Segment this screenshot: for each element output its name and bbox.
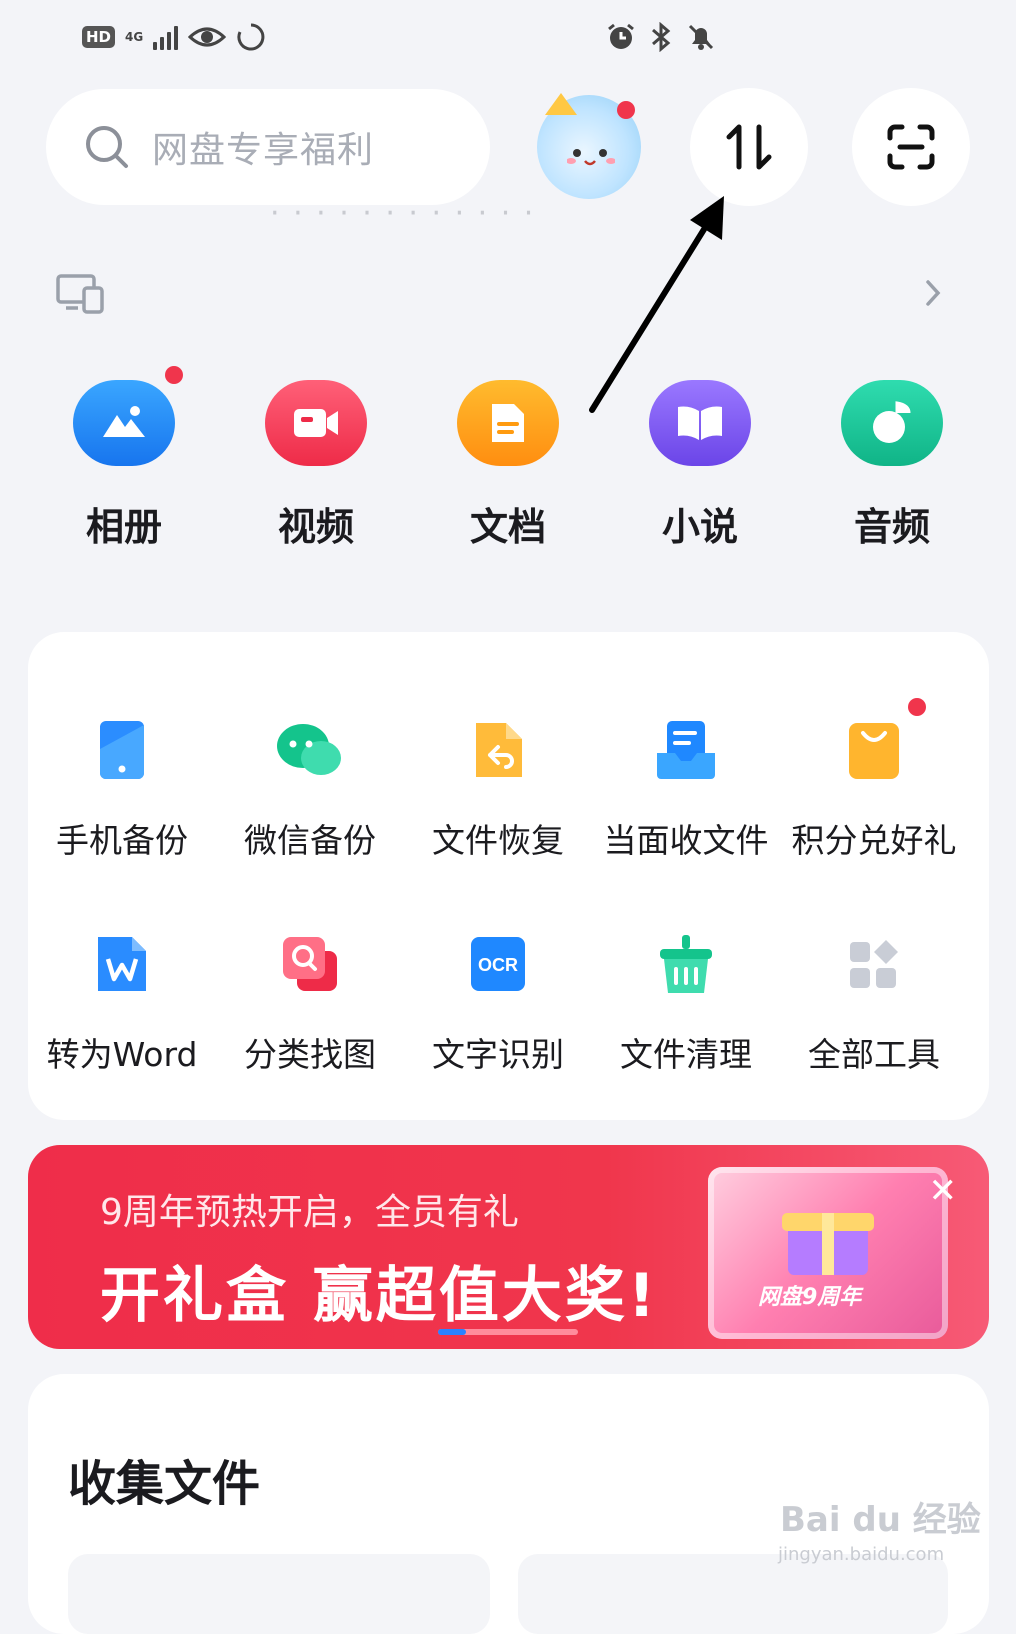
tool-wechat-backup[interactable]: 微信备份 bbox=[216, 714, 404, 862]
photo-album-icon bbox=[73, 366, 183, 466]
search-bar[interactable]: 网盘专享福利 bbox=[46, 89, 490, 205]
gift-box-text: 网盘9周年 bbox=[758, 1285, 862, 1310]
tool-convert-word[interactable]: 转为Word bbox=[28, 928, 216, 1076]
watermark-url: jingyan.baidu.com bbox=[778, 1544, 945, 1565]
banner-headline: 开礼盒 赢超值大奖! bbox=[100, 1261, 659, 1331]
bluetooth-icon bbox=[652, 22, 671, 52]
signal-icon bbox=[153, 24, 179, 50]
banner-page-indicator bbox=[438, 1329, 578, 1335]
promo-banner[interactable]: 9周年预热开启，全员有礼 开礼盒 赢超值大奖! 网盘9周年 ✕ bbox=[28, 1145, 989, 1349]
notification-dot bbox=[908, 698, 926, 716]
phone-backup-icon bbox=[86, 714, 158, 786]
scan-icon bbox=[887, 124, 935, 170]
notification-dot bbox=[165, 366, 183, 384]
category-label: 文档 bbox=[469, 505, 546, 549]
tools-card: 手机备份 微信备份 文件恢复 当面收文件 积分兑好礼 转为Word 分类找图 O… bbox=[28, 632, 989, 1120]
category-photo-album[interactable]: 相册 bbox=[59, 366, 189, 551]
wechat-backup-icon bbox=[274, 714, 346, 786]
category-video[interactable]: 视频 bbox=[251, 380, 381, 551]
category-label: 音频 bbox=[853, 505, 930, 549]
network-type: 4G bbox=[125, 29, 144, 44]
points-gift-icon bbox=[838, 698, 926, 786]
tool-label: 分类找图 bbox=[244, 1035, 376, 1074]
tool-label: 当面收文件 bbox=[603, 821, 769, 860]
avatar[interactable] bbox=[537, 93, 641, 199]
close-icon[interactable]: ✕ bbox=[929, 1171, 958, 1211]
tool-label: 手机备份 bbox=[56, 821, 188, 860]
loading-icon bbox=[237, 23, 265, 51]
tool-points-gift[interactable]: 积分兑好礼 bbox=[780, 698, 968, 862]
tool-file-clean[interactable]: 文件清理 bbox=[592, 928, 780, 1076]
search-icon bbox=[86, 126, 128, 168]
tool-label: 文件清理 bbox=[620, 1035, 752, 1074]
find-image-icon bbox=[274, 928, 346, 1000]
file-clean-icon bbox=[650, 928, 722, 1000]
crown-icon bbox=[545, 93, 577, 115]
category-novel[interactable]: 小说 bbox=[635, 380, 765, 551]
tool-label: 微信备份 bbox=[244, 821, 376, 860]
svg-text:OCR: OCR bbox=[478, 955, 518, 975]
book-icon bbox=[649, 380, 751, 466]
tool-find-image[interactable]: 分类找图 bbox=[216, 928, 404, 1076]
mute-bell-icon bbox=[688, 24, 714, 50]
mascot-face bbox=[567, 149, 615, 166]
hd-badge: HD bbox=[82, 26, 116, 48]
search-placeholder: 网盘专享福利 bbox=[152, 130, 375, 171]
tool-all-tools[interactable]: 全部工具 bbox=[780, 928, 968, 1076]
hidden-hint-text: · · · · · · · · · · · · bbox=[270, 196, 536, 231]
collect-option-card[interactable] bbox=[518, 1554, 948, 1634]
gift-box-image: 网盘9周年 bbox=[708, 1167, 948, 1339]
video-icon bbox=[265, 380, 367, 466]
ocr-icon: OCR bbox=[462, 928, 534, 1000]
tool-label: 全部工具 bbox=[808, 1035, 940, 1074]
category-label: 小说 bbox=[661, 505, 738, 549]
tool-ocr[interactable]: OCR 文字识别 bbox=[404, 928, 592, 1076]
tool-label: 文字识别 bbox=[432, 1035, 564, 1074]
chevron-right-icon bbox=[926, 280, 941, 306]
section-title: 收集文件 bbox=[68, 1456, 261, 1512]
tool-label: 文件恢复 bbox=[432, 821, 564, 860]
eye-icon bbox=[188, 27, 227, 47]
receive-files-icon bbox=[650, 714, 722, 786]
tool-receive-files[interactable]: 当面收文件 bbox=[592, 714, 780, 862]
tool-file-restore[interactable]: 文件恢复 bbox=[404, 714, 592, 862]
category-document[interactable]: 文档 bbox=[443, 380, 573, 551]
tool-phone-backup[interactable]: 手机备份 bbox=[28, 714, 216, 862]
file-restore-icon bbox=[462, 714, 534, 786]
tool-label: 转为Word bbox=[46, 1035, 198, 1074]
banner-subtitle: 9周年预热开启，全员有礼 bbox=[100, 1192, 519, 1233]
category-audio[interactable]: 音频 bbox=[827, 380, 957, 551]
device-row[interactable] bbox=[56, 270, 961, 320]
scan-button[interactable] bbox=[852, 88, 970, 206]
watermark-logo: Bai du 经验 bbox=[780, 1500, 981, 1540]
collect-option-card[interactable] bbox=[68, 1554, 490, 1634]
devices-icon bbox=[56, 274, 104, 314]
audio-icon bbox=[841, 380, 943, 466]
transfer-list-button[interactable] bbox=[690, 88, 808, 206]
category-label: 视频 bbox=[277, 505, 354, 549]
all-tools-icon bbox=[838, 928, 910, 1000]
notification-dot bbox=[617, 101, 635, 119]
document-icon bbox=[457, 380, 559, 466]
alarm-icon bbox=[608, 23, 634, 49]
transfer-icon bbox=[726, 124, 772, 170]
category-label: 相册 bbox=[85, 505, 162, 549]
status-bar: HD 4G bbox=[0, 14, 1016, 64]
convert-word-icon bbox=[86, 928, 158, 1000]
tool-label: 积分兑好礼 bbox=[791, 821, 957, 860]
